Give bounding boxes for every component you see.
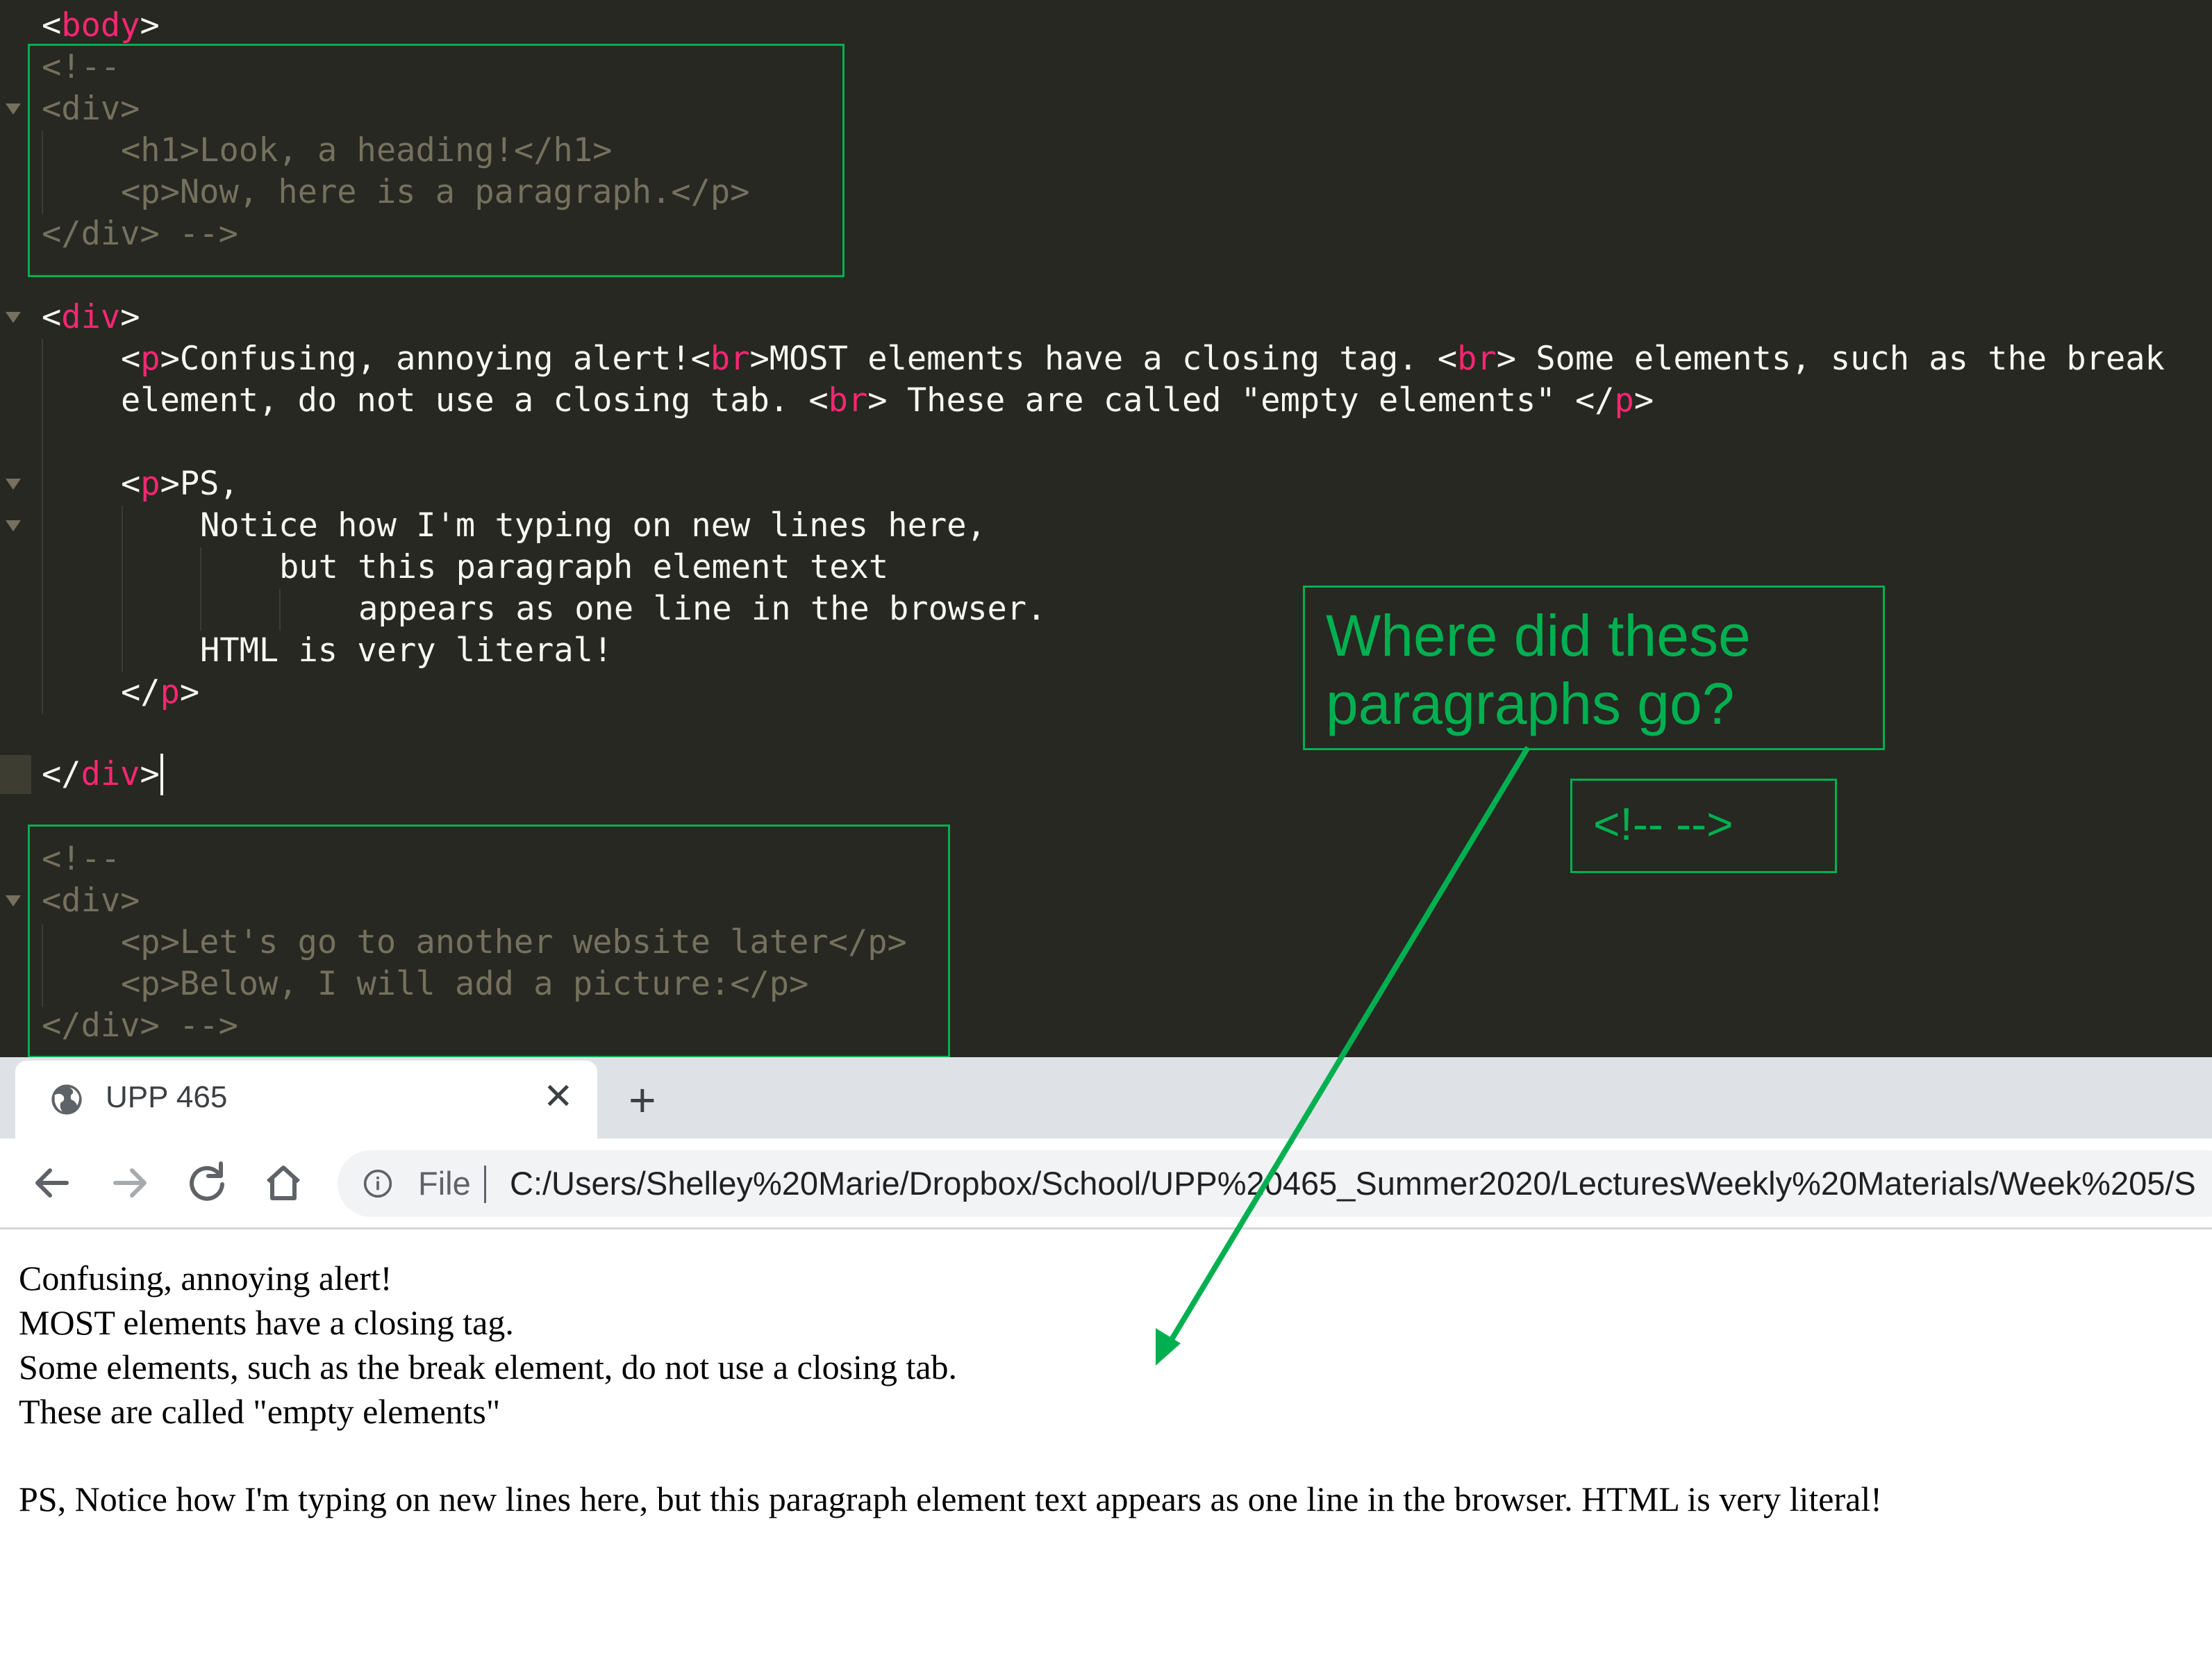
- back-arrow-icon[interactable]: [25, 1155, 81, 1211]
- info-icon[interactable]: [363, 1168, 393, 1199]
- annotation-comment-syntax: <!-- -->: [1570, 779, 1837, 873]
- indent-guide: [122, 506, 123, 672]
- close-icon[interactable]: ✕: [543, 1076, 574, 1118]
- address-separator: [484, 1166, 486, 1203]
- forward-arrow-icon[interactable]: [101, 1155, 157, 1211]
- web-page-content: Confusing, annoying alert! MOST elements…: [0, 1229, 2212, 1674]
- code-line-p2-1: <p>PS,: [0, 463, 239, 505]
- code-line-p2-3: but this paragraph element text: [279, 548, 889, 586]
- page-line-2: MOST elements have a closing tag.: [19, 1303, 514, 1342]
- highlight-box-comment-2: [28, 824, 950, 1057]
- browser-tab[interactable]: UPP 465 ✕: [15, 1061, 597, 1138]
- code-line-p2-2: Notice how I'm typing on new lines here,: [0, 505, 986, 547]
- annotation-question: Where did these paragraphs go?: [1303, 586, 1885, 750]
- page-line-3: Some elements, such as the break element…: [19, 1348, 958, 1386]
- text-caret: [160, 754, 163, 795]
- fold-arrow-icon[interactable]: [6, 479, 21, 490]
- page-ps-paragraph: PS, Notice how I'm typing on new lines h…: [19, 1480, 1882, 1518]
- file-scheme-label: File: [418, 1165, 471, 1202]
- tab-title: UPP 465: [106, 1080, 228, 1114]
- page-line-4: These are called "empty elements": [19, 1392, 501, 1431]
- annotation-question-line1: Where did these: [1326, 603, 1751, 668]
- url-text[interactable]: C:/Users/Shelley%20Marie/Dropbox/School/…: [510, 1164, 2196, 1203]
- page-line-1: Confusing, annoying alert!: [19, 1259, 392, 1298]
- code-line-p1-1: <p>Confusing, annoying alert!<br>MOST el…: [121, 340, 2165, 378]
- fold-arrow-icon[interactable]: [6, 520, 21, 531]
- plus-icon[interactable]: +: [629, 1076, 656, 1125]
- highlight-box-comment-1: [28, 44, 845, 277]
- code-line-div-open: <div>: [0, 297, 140, 338]
- code-line-body: <body>: [42, 6, 160, 44]
- indent-guide: [200, 547, 201, 631]
- tag-body: body: [61, 6, 140, 44]
- code-editor[interactable]: <body> <!-- <div> <h1>Look, a heading!</…: [0, 0, 2212, 1057]
- globe-icon: [51, 1084, 82, 1115]
- code-line-p2-5: HTML is very literal!: [200, 631, 613, 670]
- fold-arrow-icon[interactable]: [6, 103, 21, 115]
- code-line-div-close: </div>: [42, 755, 160, 793]
- annotation-question-line2: paragraphs go?: [1326, 671, 1735, 736]
- indent-guide: [279, 589, 281, 631]
- address-bar[interactable]: File C:/Users/Shelley%20Marie/Dropbox/Sc…: [338, 1150, 2212, 1217]
- fold-arrow-icon[interactable]: [6, 312, 21, 323]
- code-line-p2-close: </p>: [121, 673, 200, 711]
- home-icon[interactable]: [256, 1155, 311, 1211]
- annotation-comment-syntax-text: <!-- -->: [1593, 798, 1733, 850]
- code-line-p1-2: element, do not use a closing tab. <br> …: [121, 381, 1654, 420]
- code-line-p2-4: appears as one line in the browser.: [358, 590, 1047, 628]
- reload-icon[interactable]: [179, 1155, 235, 1211]
- fold-arrow-icon[interactable]: [6, 895, 21, 906]
